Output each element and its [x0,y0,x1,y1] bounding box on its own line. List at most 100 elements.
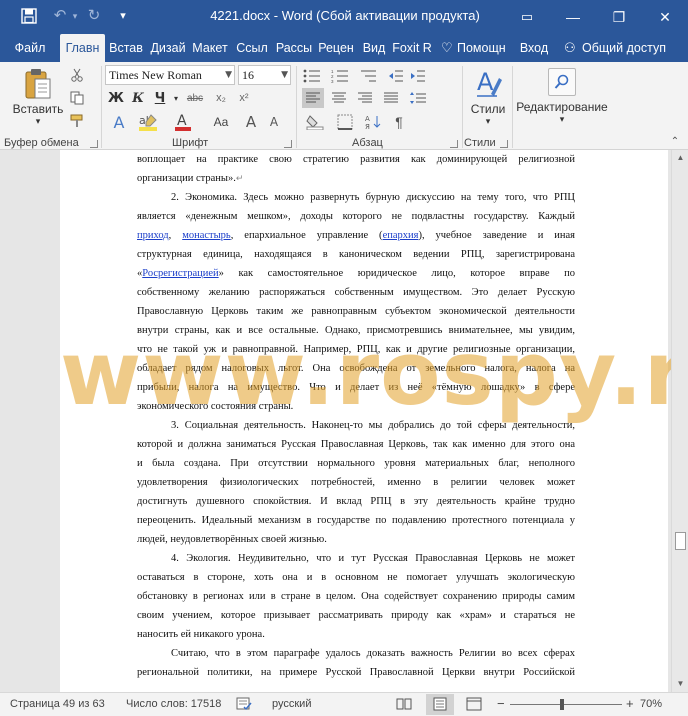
copy-icon[interactable] [68,89,86,107]
tab-design[interactable]: Дизай [147,34,189,62]
scroll-up-icon[interactable]: ▲ [672,150,688,166]
tab-insert[interactable]: Встав [105,34,147,62]
tab-view[interactable]: Вид [357,34,391,62]
text-line: приход, монастырь, епархиальное управлен… [137,230,575,241]
close-button[interactable]: ✕ [642,0,688,34]
decrease-indent-icon[interactable] [386,67,406,85]
font-size-combo[interactable]: 16 ▼ [238,65,291,85]
bold-button[interactable]: Ж [106,89,126,107]
increase-indent-icon[interactable] [408,67,428,85]
chevron-down-icon: ▼ [281,70,288,80]
borders-icon[interactable] [332,112,358,132]
print-layout-icon[interactable] [426,694,454,715]
font-name-combo[interactable]: Times New Roman ▼ [105,65,235,85]
minimize-button[interactable]: — [550,0,596,34]
underline-button[interactable]: Ч [150,89,170,107]
align-left-button[interactable] [302,88,324,108]
hyperlink[interactable]: приход [137,230,169,241]
scroll-down-icon[interactable]: ▼ [672,676,688,692]
paste-icon[interactable] [18,66,58,102]
align-right-button[interactable] [354,88,376,108]
read-mode-icon[interactable] [396,697,412,714]
zoom-slider-thumb[interactable] [560,699,564,710]
tab-home[interactable]: Главн [60,34,105,62]
document-area[interactable]: воплощает на практике свою стратегию раз… [0,150,688,692]
language-indicator[interactable]: русский [272,698,311,710]
zoom-out-button[interactable]: − [497,696,505,711]
restore-button[interactable]: ❐ [596,0,642,34]
undo-dropdown-icon[interactable]: ▾ [70,6,80,26]
document-text[interactable]: воплощает на практике свою стратегию раз… [137,150,575,682]
font-color-button[interactable]: A [172,111,194,133]
ribbon-display-options-icon[interactable]: ▭ [504,0,550,34]
styles-launcher-icon[interactable] [500,140,508,148]
proofing-icon[interactable] [236,697,252,714]
zoom-level[interactable]: 70% [640,698,662,710]
search-icon[interactable] [548,68,576,96]
cut-icon[interactable] [68,66,86,84]
format-painter-icon[interactable] [68,112,86,130]
tab-references[interactable]: Ссыл [231,34,273,62]
show-formatting-icon[interactable]: ¶ [388,112,410,132]
multilevel-list-icon[interactable] [356,67,380,85]
tab-tell-me[interactable]: ♡ Помощн [439,34,515,62]
text-line: достигнуть душевного спокойствия. И вкла… [137,496,575,507]
styles-group-label: Стили [464,137,496,149]
styles-label[interactable]: Стили [466,102,510,116]
text-line: «Росрегистрацией» как самостоятельное юр… [137,268,575,279]
italic-button[interactable]: К [128,89,148,107]
styles-dropdown-icon[interactable]: ▾ [480,116,496,127]
shading-icon[interactable] [302,112,328,132]
change-case-button[interactable]: Aa [208,111,234,133]
line-spacing-icon[interactable] [406,88,430,108]
numbering-icon[interactable]: 123 [328,67,352,85]
zoom-in-button[interactable]: + [626,696,634,711]
text-line: воплощает на практике свою стратегию раз… [137,154,575,165]
styles-icon[interactable]: A [468,66,508,102]
page-count[interactable]: Страница 49 из 63 [10,698,105,710]
underline-dropdown-icon[interactable]: ▾ [172,89,180,107]
bullets-icon[interactable] [300,67,324,85]
tab-file[interactable]: Файл [8,34,52,62]
shrink-font-button[interactable]: A [264,111,284,133]
align-center-button[interactable] [328,88,350,108]
subscript-button[interactable]: x₂ [210,89,232,107]
tab-review[interactable]: Рецен [315,34,357,62]
scrollbar-thumb[interactable] [675,532,686,550]
tab-foxit[interactable]: Foxit R [391,34,433,62]
paragraph-launcher-icon[interactable] [450,140,458,148]
highlight-button[interactable]: ab [134,111,164,133]
paste-dropdown-icon[interactable]: ▾ [30,116,46,127]
text-line: оставаться в стороне, хоть она и в основ… [137,572,575,583]
text-line: внутри страны, как и все остальные. Одна… [137,325,575,336]
redo-icon[interactable]: ↻ [84,6,104,26]
title-bar: ↶ ▾ ↻ ▾ 4221.docx - Word (Сбой активации… [0,0,688,34]
tab-layout[interactable]: Макет [189,34,231,62]
web-layout-icon[interactable] [466,697,482,714]
sort-icon[interactable]: AЯ [362,112,384,132]
strikethrough-button[interactable]: abc [182,89,208,107]
superscript-button[interactable]: x² [233,89,255,107]
tab-sign-in[interactable]: Вход [515,34,553,62]
paste-label[interactable]: Вставить [10,102,66,116]
collapse-ribbon-icon[interactable]: ⌃ [668,134,682,148]
text-effects-button[interactable]: A [108,111,130,133]
hyperlink[interactable]: епархия [383,230,419,241]
share-button[interactable]: ⚇ Общий доступ [558,34,670,62]
text-line: региональной политики, на примере Русско… [137,667,575,678]
word-count[interactable]: Число слов: 17518 [126,698,221,710]
save-icon[interactable] [18,6,40,26]
hyperlink[interactable]: монастырь [182,230,231,241]
grow-font-button[interactable]: A [240,111,262,133]
customize-quick-access-icon[interactable]: ▾ [116,6,130,26]
font-launcher-icon[interactable] [284,140,292,148]
undo-icon[interactable]: ↶ [50,6,70,26]
editing-label[interactable]: Редактирование [516,100,608,114]
tab-mailings[interactable]: Рассы [273,34,315,62]
editing-dropdown-icon[interactable]: ▾ [554,114,570,125]
zoom-slider-track[interactable] [510,704,622,705]
vertical-scrollbar[interactable]: ▲ ▼ [671,150,688,692]
justify-button[interactable] [380,88,402,108]
clipboard-launcher-icon[interactable] [90,140,98,148]
hyperlink[interactable]: Росрегистрацией [142,268,218,279]
